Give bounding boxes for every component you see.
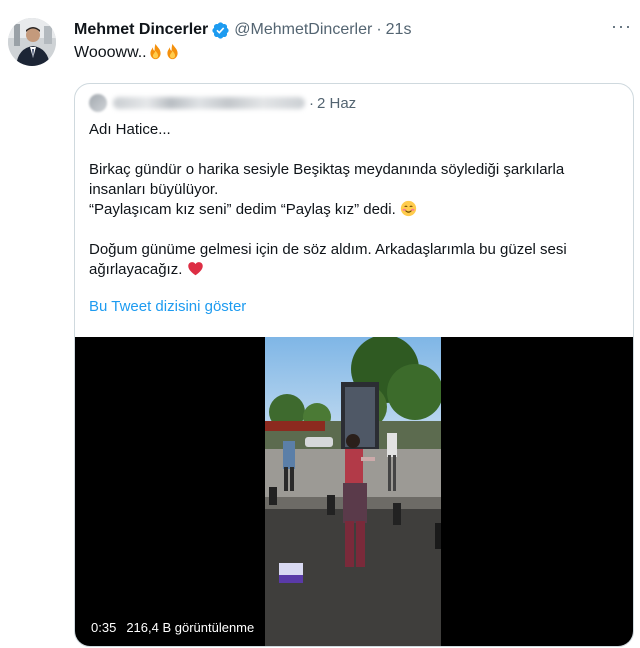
- quoted-line: Doğum günüme gelmesi için de söz aldım. …: [89, 241, 567, 258]
- quoted-line: insanları büyülüyor.: [89, 181, 219, 198]
- quoted-line: “Paylaşıcam kız seni” dedim “Paylaş kız”…: [89, 201, 396, 218]
- video-view-count: 216,4 B görüntülenme: [126, 619, 255, 635]
- tweet-text-body: Woooww..: [74, 44, 147, 61]
- separator-dot: ·: [376, 21, 382, 38]
- tweet-timestamp[interactable]: 21s: [386, 21, 412, 39]
- author-avatar[interactable]: [8, 18, 56, 66]
- quoted-author-avatar-blurred: [89, 94, 107, 112]
- video-stats-badge: 0:35 216,4 B görüntülenme: [85, 617, 261, 637]
- fire-emoji-icon: [167, 43, 178, 60]
- quoted-tweet-date[interactable]: 2 Haz: [317, 95, 356, 112]
- quoted-line-with-emoji: ağırlayacağız.: [89, 260, 619, 280]
- separator-dot: ·: [309, 94, 314, 112]
- author-display-name[interactable]: Mehmet Dincerler: [74, 21, 208, 39]
- quoted-tweet-header: · 2 Haz: [89, 93, 356, 113]
- quoted-line-with-emoji: “Paylaşıcam kız seni” dedim “Paylaş kız”…: [89, 200, 619, 220]
- quoted-line: Adı Hatice...: [89, 121, 171, 138]
- tweet[interactable]: Mehmet Dincerler @MehmetDincerler · 21s …: [0, 0, 640, 648]
- tweet-header: Mehmet Dincerler @MehmetDincerler · 21s: [74, 19, 630, 41]
- quoted-tweet-text: Adı Hatice... Birkaç gündür o harika ses…: [89, 120, 619, 280]
- smiling-face-emoji-icon: [400, 200, 417, 217]
- verified-badge-icon: [212, 21, 229, 39]
- author-handle[interactable]: @MehmetDincerler: [234, 21, 372, 39]
- video-thumbnail-scene: [265, 337, 441, 646]
- quoted-author-name-blurred: [113, 97, 305, 109]
- author-avatar-photo: [8, 18, 56, 66]
- quoted-line: Birkaç gündür o harika sesiyle Beşiktaş …: [89, 161, 565, 178]
- show-thread-link[interactable]: Bu Tweet dizisini göster: [89, 298, 246, 315]
- quoted-tweet[interactable]: · 2 Haz Adı Hatice... Birkaç gündür o ha…: [74, 83, 634, 647]
- video-duration: 0:35: [91, 619, 117, 635]
- video-thumbnail: [265, 337, 441, 646]
- more-options-icon[interactable]: ···: [611, 16, 632, 37]
- quoted-line: ağırlayacağız.: [89, 261, 183, 278]
- red-heart-emoji-icon: [187, 262, 203, 276]
- tweet-text: Woooww..: [74, 43, 181, 63]
- fire-emoji-icon: [150, 43, 161, 60]
- video-player[interactable]: 0:35 216,4 B görüntülenme: [75, 337, 633, 646]
